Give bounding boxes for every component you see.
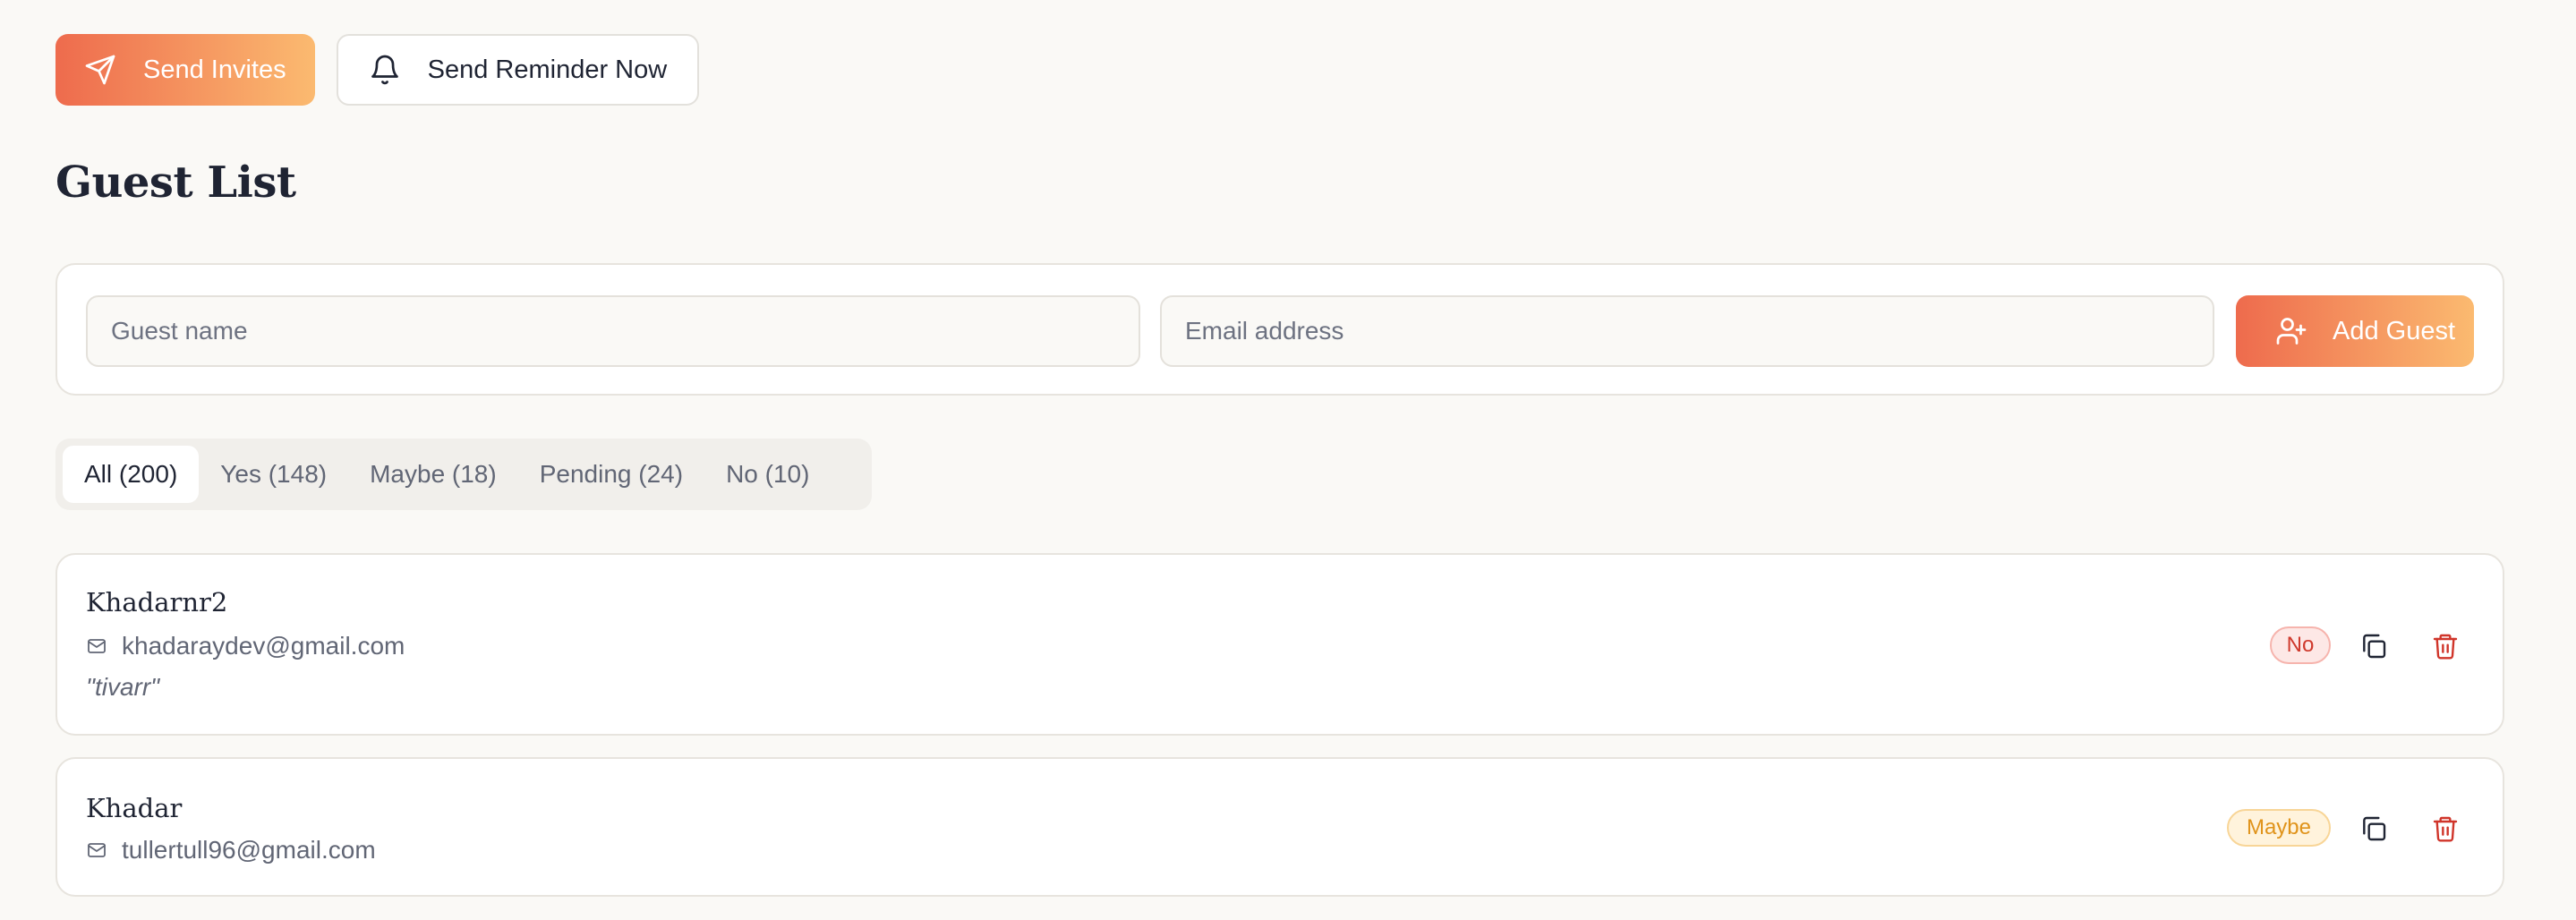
guest-email-text: khadaraydev@gmail.com bbox=[122, 632, 405, 660]
guest-email: tullertull96@gmail.com bbox=[86, 836, 376, 865]
add-guest-card: Add Guest bbox=[55, 263, 2504, 396]
status-badge: No bbox=[2270, 626, 2331, 664]
tab-all[interactable]: All (200) bbox=[63, 446, 200, 503]
guest-email-text: tullertull96@gmail.com bbox=[122, 836, 376, 864]
copy-icon bbox=[2359, 632, 2388, 660]
guest-row: Khadar tullertull96@gmail.com Maybe bbox=[55, 757, 2504, 897]
top-actions: Send Invites Send Reminder Now bbox=[55, 34, 700, 106]
mail-icon bbox=[86, 635, 107, 657]
send-invites-label: Send Invites bbox=[143, 55, 286, 84]
send-reminder-button[interactable]: Send Reminder Now bbox=[336, 34, 700, 106]
add-guest-button[interactable]: Add Guest bbox=[2236, 295, 2474, 367]
status-badge: Maybe bbox=[2227, 809, 2331, 847]
guest-email: khadaraydev@gmail.com bbox=[86, 632, 405, 660]
copy-button[interactable] bbox=[2354, 626, 2393, 666]
trash-icon bbox=[2431, 814, 2460, 843]
mail-icon bbox=[86, 839, 107, 861]
filter-tabs: All (200) Yes (148) Maybe (18) Pending (… bbox=[55, 439, 872, 510]
guest-note: "tivarr" bbox=[86, 673, 160, 701]
tab-yes[interactable]: Yes (148) bbox=[199, 446, 348, 503]
copy-icon bbox=[2359, 814, 2388, 843]
copy-button[interactable] bbox=[2354, 809, 2393, 848]
guest-name-input[interactable] bbox=[86, 295, 1140, 367]
send-invites-button[interactable]: Send Invites bbox=[55, 34, 315, 106]
user-plus-icon bbox=[2275, 315, 2307, 347]
bell-icon bbox=[369, 54, 401, 86]
guest-name: Khadar bbox=[86, 793, 183, 823]
page-title: Guest List bbox=[55, 158, 296, 208]
tab-maybe[interactable]: Maybe (18) bbox=[348, 446, 518, 503]
add-guest-label: Add Guest bbox=[2333, 316, 2456, 345]
guest-name: Khadarnr2 bbox=[86, 587, 228, 618]
guest-row: Khadarnr2 khadaraydev@gmail.com "tivarr"… bbox=[55, 553, 2504, 736]
send-reminder-label: Send Reminder Now bbox=[427, 55, 668, 84]
email-address-input[interactable] bbox=[1160, 295, 2214, 367]
tab-no[interactable]: No (10) bbox=[704, 446, 831, 503]
delete-button[interactable] bbox=[2426, 626, 2465, 666]
tab-pending[interactable]: Pending (24) bbox=[518, 446, 704, 503]
delete-button[interactable] bbox=[2426, 809, 2465, 848]
trash-icon bbox=[2431, 632, 2460, 660]
paper-plane-icon bbox=[84, 54, 116, 86]
